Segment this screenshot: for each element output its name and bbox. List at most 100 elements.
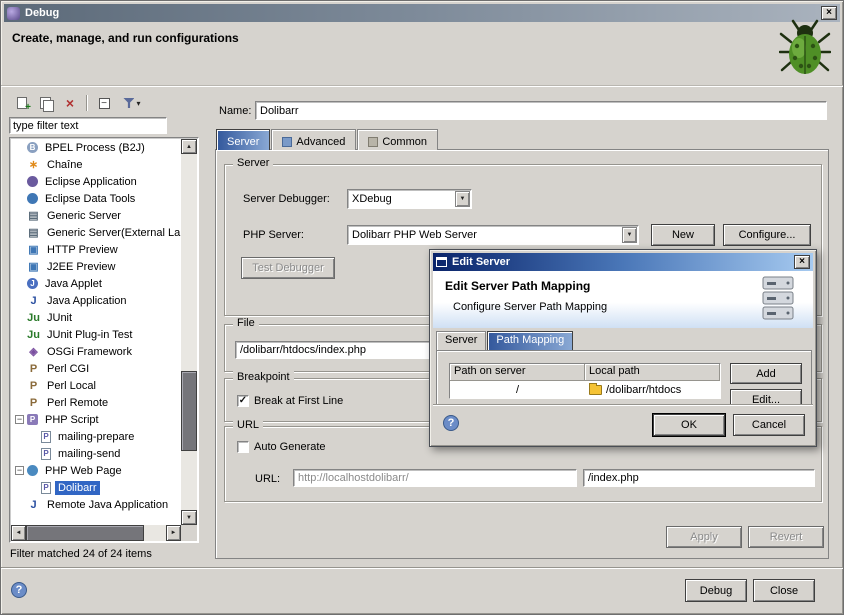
tree-item-osgi-framework[interactable]: ◈ OSGi Framework (11, 343, 181, 360)
php-script-icon: P (27, 414, 38, 425)
configure-button[interactable]: Configure... (723, 224, 811, 246)
filter-icon (123, 98, 134, 108)
server-debugger-select[interactable]: XDebug ▼ (347, 189, 472, 209)
tree-item-junit[interactable]: JuJUnit (11, 309, 181, 326)
title-bar[interactable]: Debug × (4, 4, 840, 22)
expander-spacer (15, 160, 24, 169)
table-header-row: Path on server Local path (450, 364, 720, 381)
filter-input[interactable] (9, 117, 167, 134)
tree-item-java-applet[interactable]: JJava Applet (11, 275, 181, 292)
vertical-scroll-thumb[interactable] (181, 371, 197, 451)
delete-configuration-button[interactable]: × (59, 93, 81, 113)
path-mapping-panel: Path on server Local path / /dolibarr/htd… (436, 350, 812, 406)
url-base-input[interactable]: http://localhostdolibarr/ (293, 469, 577, 487)
tab-server[interactable]: Server (216, 129, 270, 150)
tab-advanced[interactable]: Advanced (271, 129, 356, 150)
modal-title: Edit Server (452, 256, 794, 268)
name-label: Name: (219, 105, 251, 117)
tree-item-php-script[interactable]: −PPHP Script (11, 411, 181, 428)
path-on-server-cell: / (450, 381, 585, 398)
dropdown-arrow-icon[interactable]: ▼ (622, 227, 637, 243)
test-debugger-button: Test Debugger (241, 257, 335, 279)
tree-item-generic-server-external-la[interactable]: ▤Generic Server(External La (11, 224, 181, 241)
modal-close-icon[interactable]: × (794, 255, 810, 269)
tree-item-dolibarr[interactable]: PDolibarr (11, 479, 181, 496)
new-configuration-button[interactable] (11, 93, 33, 113)
horizontal-scroll-thumb[interactable] (26, 525, 144, 541)
modal-help-icon[interactable]: ? (443, 415, 459, 431)
tree-item-perl-local[interactable]: PPerl Local (11, 377, 181, 394)
tree-item-bpel-process-b2j[interactable]: BBPEL Process (B2J) (11, 139, 181, 156)
eclipse-data-tools-icon (27, 193, 38, 204)
eclipse-application-icon (27, 176, 38, 187)
window-icon (7, 7, 20, 20)
breakpoint-group-legend: Breakpoint (233, 371, 294, 383)
tree-item-eclipse-application[interactable]: Eclipse Application (11, 173, 181, 190)
modal-title-bar[interactable]: Edit Server × (433, 253, 813, 271)
new-server-button[interactable]: New (651, 224, 715, 246)
tree-item-remote-java-application[interactable]: JRemote Java Application (11, 496, 181, 513)
horizontal-scrollbar[interactable]: ◄ ► (11, 525, 181, 541)
dropdown-arrow-icon[interactable]: ▼ (455, 191, 470, 207)
tree-item-mailing-send[interactable]: Pmailing-send (11, 445, 181, 462)
tree-item-mailing-prepare[interactable]: Pmailing-prepare (11, 428, 181, 445)
tree-item-junit-plug-in-test[interactable]: JuJUnit Plug-in Test (11, 326, 181, 343)
break-first-line-checkbox[interactable] (237, 395, 249, 407)
tab-common[interactable]: Common (357, 129, 438, 150)
scrollbar-corner (181, 525, 197, 541)
filter-menu-button[interactable]: ▾ (117, 93, 147, 113)
add-button[interactable]: Add (730, 363, 802, 384)
tab-server-modal-label: Server (445, 334, 477, 346)
duplicate-configuration-button[interactable] (35, 93, 57, 113)
tree-item-label: Remote Java Application (44, 498, 171, 512)
collapse-expander-icon[interactable]: − (15, 415, 24, 424)
junit-icon: Ju (27, 312, 40, 324)
path-on-server-header[interactable]: Path on server (450, 364, 585, 381)
osgi-framework-icon: ◈ (27, 345, 40, 358)
scroll-left-icon[interactable]: ◄ (11, 525, 26, 541)
ok-button[interactable]: OK (653, 414, 725, 436)
local-path-header[interactable]: Local path (585, 364, 720, 381)
tree-item-perl-remote[interactable]: PPerl Remote (11, 394, 181, 411)
expander-spacer (15, 364, 24, 373)
name-input[interactable] (255, 101, 827, 120)
edit-server-dialog: Edit Server × Edit Server Path Mapping C… (429, 249, 817, 447)
tree-item-generic-server[interactable]: ▤Generic Server (11, 207, 181, 224)
mapping-row[interactable]: / /dolibarr/htdocs (450, 381, 720, 398)
scroll-down-icon[interactable]: ▼ (181, 510, 197, 525)
tree-item-label: JUnit Plug-in Test (44, 328, 135, 342)
chain-icon: ∗ (27, 158, 40, 171)
tree-item-j2ee-preview[interactable]: ▣J2EE Preview (11, 258, 181, 275)
dialog-heading: Create, manage, and run configurations (12, 31, 239, 45)
tree-item-http-preview[interactable]: ▣HTTP Preview (11, 241, 181, 258)
help-icon[interactable]: ? (11, 582, 27, 598)
local-path-text: /dolibarr/htdocs (606, 384, 681, 396)
tab-path-mapping[interactable]: Path Mapping (487, 331, 573, 350)
cancel-button[interactable]: Cancel (733, 414, 805, 436)
collapse-all-button[interactable]: − (93, 93, 115, 113)
debug-button[interactable]: Debug (685, 579, 747, 602)
tree-item-label: Generic Server (44, 209, 124, 223)
close-button[interactable]: Close (753, 579, 815, 602)
tree-item-label: HTTP Preview (44, 243, 121, 257)
php-server-select[interactable]: Dolibarr PHP Web Server ▼ (347, 225, 639, 245)
tree-item-label: OSGi Framework (44, 345, 135, 359)
vertical-scrollbar[interactable]: ▲ ▼ (181, 139, 197, 525)
php-server-value: Dolibarr PHP Web Server (352, 229, 477, 241)
expander-spacer (15, 279, 24, 288)
tree-item-java-application[interactable]: JJava Application (11, 292, 181, 309)
tree-item-label: Perl CGI (44, 362, 92, 376)
modal-footer: ? OK Cancel (433, 404, 813, 443)
scroll-up-icon[interactable]: ▲ (181, 139, 197, 154)
scroll-right-icon[interactable]: ► (166, 525, 181, 541)
tab-server-modal[interactable]: Server (436, 331, 486, 350)
url-path-input[interactable]: /index.php (583, 469, 815, 487)
tree-item-cha-ne[interactable]: ∗Chaîne (11, 156, 181, 173)
tree-item-perl-cgi[interactable]: PPerl CGI (11, 360, 181, 377)
collapse-expander-icon[interactable]: − (15, 466, 24, 475)
tree-item-eclipse-data-tools[interactable]: Eclipse Data Tools (11, 190, 181, 207)
folder-icon (589, 385, 602, 395)
auto-generate-checkbox[interactable] (237, 441, 249, 453)
tree-item-php-web-page[interactable]: −PHP Web Page (11, 462, 181, 479)
tree-item-label: Eclipse Application (42, 175, 140, 189)
